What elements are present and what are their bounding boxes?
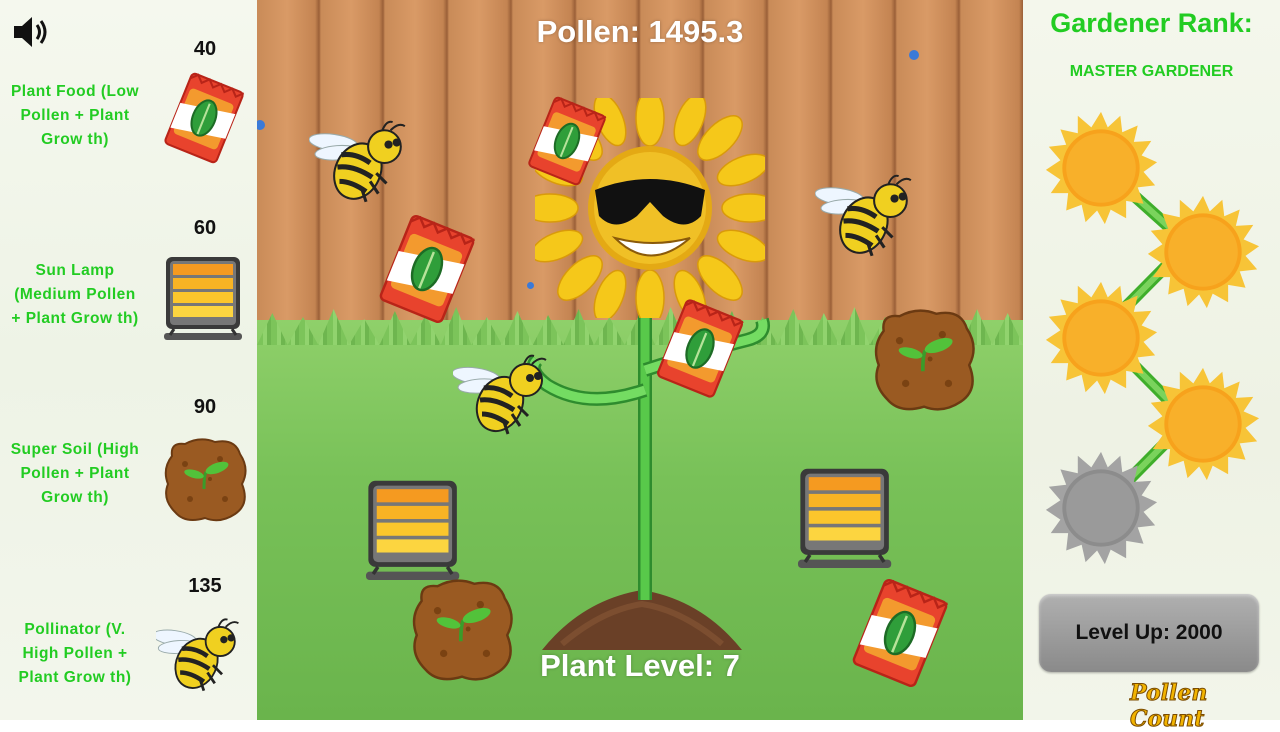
shop-label-pollinator: Pollinator (V. High Pollen + Plant Grow … <box>18 621 132 686</box>
shop-label-super-soil: Super Soil (High Pollen + Plant Grow th) <box>10 441 140 506</box>
plant-food-bag <box>372 214 482 324</box>
sound-toggle[interactable] <box>12 15 52 54</box>
rank-sun-1 <box>1042 110 1160 226</box>
shop-item-sun-lamp[interactable] <box>160 252 250 351</box>
rank-title: Gardener Rank: <box>1050 8 1253 38</box>
garden-stage[interactable]: Pollen: 1495.3 Plant Level: 7 <box>257 0 1023 720</box>
rank-sun-4 <box>1144 366 1262 482</box>
bee-icon <box>156 616 248 698</box>
shop-price-super-soil: 90 <box>193 396 217 418</box>
shop-price-pollinator: 135 <box>188 575 222 597</box>
plant-food-bag <box>522 96 612 186</box>
sun-lamp <box>793 464 901 574</box>
bee <box>309 118 419 210</box>
shop-price-plant-food: 40 <box>193 38 217 60</box>
super-soil <box>869 304 979 414</box>
shop-item-plant-food[interactable] <box>158 70 250 171</box>
speaker-icon <box>14 17 47 47</box>
rank-sun-3 <box>1042 280 1160 396</box>
rank-sun-2 <box>1144 194 1262 310</box>
game-logo: Pollen Count <box>1130 680 1208 732</box>
pollen-particle <box>909 50 919 60</box>
shop-price-sun-lamp: 60 <box>193 217 217 239</box>
pollen-particle <box>527 282 534 289</box>
shop-item-super-soil[interactable] <box>160 434 250 529</box>
super-soil-icon <box>160 434 250 524</box>
plant-food-bag-icon <box>158 70 250 166</box>
plant-food-bag <box>650 296 750 401</box>
rank-sun-5-locked <box>1042 450 1160 566</box>
pollen-counter: Pollen: 1495.3 <box>536 14 744 49</box>
rank-name: MASTER GARDENER <box>1069 63 1234 80</box>
plant-level: Plant Level: 7 <box>540 648 740 683</box>
sun-lamp-icon <box>160 252 250 346</box>
shop-item-pollinator[interactable] <box>156 616 248 703</box>
shop-label-plant-food: Plant Food (Low Pollen + Plant Grow th) <box>10 83 140 148</box>
sun-lamp <box>361 476 469 586</box>
bee <box>453 352 559 442</box>
bee <box>815 172 925 264</box>
level-up-button[interactable]: Level Up: 2000 <box>1039 594 1259 672</box>
shop-label-sun-lamp: Sun Lamp (Medium Pollen + Plant Grow th) <box>11 262 139 327</box>
